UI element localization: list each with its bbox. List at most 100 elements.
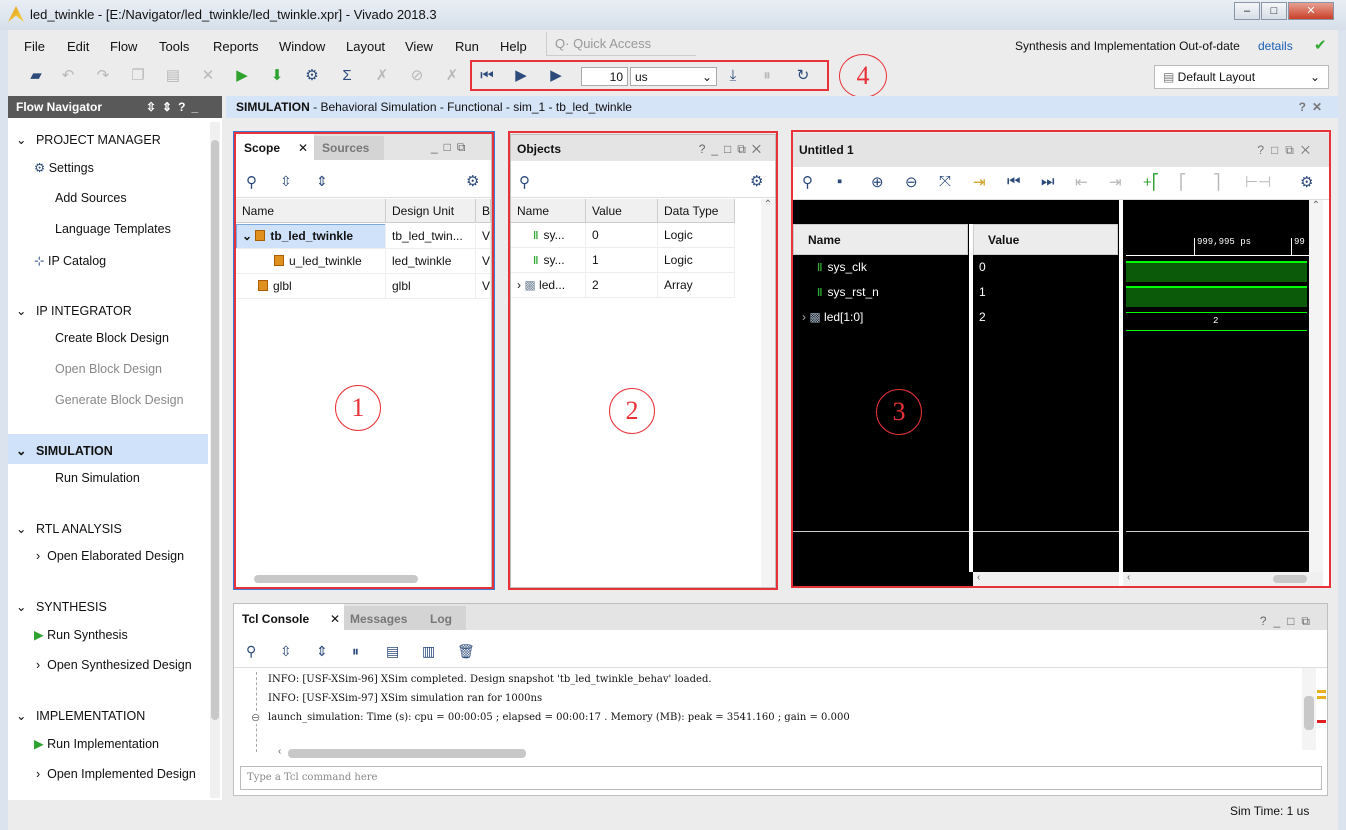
menu-edit[interactable]: Edit: [67, 39, 89, 54]
navigator-scrollbar[interactable]: [210, 122, 220, 798]
pause-icon[interactable]: ⏸: [757, 66, 777, 86]
tab-log[interactable]: Log: [424, 606, 466, 630]
open-project-icon[interactable]: ▰: [26, 66, 46, 86]
collapse-all-icon[interactable]: ⇳: [280, 643, 292, 660]
search-icon: Q·: [555, 36, 570, 51]
search-icon[interactable]: ⚲: [246, 643, 256, 660]
nav-run-synthesis[interactable]: ▶ Run Synthesis: [34, 627, 128, 642]
nav-language-templates[interactable]: Language Templates: [55, 222, 171, 236]
nav-ip-catalog[interactable]: ⊹ IP Catalog: [34, 253, 106, 268]
columns-icon[interactable]: ▥: [422, 643, 435, 660]
chevron-down-icon: ⌄: [1309, 70, 1320, 84]
run-all-icon[interactable]: ▶: [511, 66, 531, 86]
nav-create-block-design[interactable]: Create Block Design: [55, 331, 169, 345]
scroll-left-icon[interactable]: ‹: [278, 746, 281, 757]
run-time-input[interactable]: 10: [581, 67, 628, 86]
menu-window[interactable]: Window: [279, 39, 325, 54]
horizontal-scrollbar[interactable]: [288, 749, 526, 758]
generate-bitstream-icon[interactable]: ⬇: [267, 66, 287, 86]
close-icon[interactable]: ✕: [330, 612, 340, 626]
console-line: INFO: [USF-XSim-97] XSim simulation ran …: [268, 693, 543, 704]
tcl-command-input[interactable]: Type a Tcl command here: [240, 766, 1322, 790]
console-line: INFO: [USF-XSim-96] XSim completed. Desi…: [268, 674, 712, 685]
nav-open-elaborated-design[interactable]: › Open Elaborated Design: [36, 549, 184, 563]
redo-icon[interactable]: ↷: [93, 66, 113, 86]
tab-tcl-console[interactable]: Tcl Console ✕: [234, 604, 344, 631]
minimize-button[interactable]: –: [1234, 2, 1260, 20]
annotation-label-4: 4: [839, 54, 887, 98]
nav-open-synthesized-design[interactable]: › Open Synthesized Design: [36, 658, 192, 672]
restart-icon[interactable]: ⏮: [477, 66, 497, 86]
maximize-button[interactable]: □: [1261, 2, 1287, 20]
nav-add-sources[interactable]: Add Sources: [55, 191, 127, 205]
layout-select[interactable]: ▤ Default Layout ⌄: [1154, 65, 1329, 89]
section-ip-integrator[interactable]: ⌄ IP INTEGRATOR: [16, 303, 132, 318]
nav-generate-block-design[interactable]: Generate Block Design: [55, 393, 184, 407]
clear-icon[interactable]: 🗑: [457, 643, 475, 660]
quick-access-input[interactable]: Q· Quick Access: [546, 32, 696, 56]
sigma-icon[interactable]: Σ: [337, 66, 357, 86]
paste-icon[interactable]: ▤: [163, 66, 183, 86]
sim-time-status: Sim Time: 1 us: [1230, 804, 1310, 818]
layout-icon: ▤: [1163, 70, 1178, 84]
chevron-right-icon: ›: [36, 549, 41, 563]
header-bold: SIMULATION: [236, 100, 310, 114]
step-icon[interactable]: ⤓: [723, 66, 743, 86]
checkmark-icon: ✔: [1314, 37, 1327, 54]
help-close-icons[interactable]: ?✕: [1299, 100, 1328, 114]
unit-value: us: [635, 70, 648, 84]
tab-messages[interactable]: Messages: [344, 606, 424, 630]
run-for-time-icon[interactable]: ▶: [546, 66, 566, 86]
disabled-tool-icon[interactable]: ✗: [442, 66, 462, 86]
nav-run-simulation[interactable]: Run Simulation: [55, 471, 140, 485]
run-icon[interactable]: ▶: [232, 66, 252, 86]
error-marker: [1317, 720, 1326, 723]
vertical-scrollbar[interactable]: [1302, 668, 1316, 750]
section-simulation[interactable]: ⌄ SIMULATION: [16, 443, 113, 458]
section-implementation[interactable]: ⌄ IMPLEMENTATION: [16, 708, 145, 723]
menu-file[interactable]: File: [24, 39, 45, 54]
menu-view[interactable]: View: [405, 39, 433, 54]
header-rest: - Behavioral Simulation - Functional - s…: [309, 100, 632, 114]
nav-open-block-design[interactable]: Open Block Design: [55, 362, 162, 376]
flow-navigator-header: Flow Navigator ⇳⇕?_: [8, 96, 222, 118]
console-tab-bar: Tcl Console ✕ Messages Log ?_□⧉: [234, 604, 1327, 631]
delete-icon[interactable]: ✕: [198, 66, 218, 86]
console-line: launch_simulation: Time (s): cpu = 00:00…: [268, 712, 850, 723]
expand-all-icon[interactable]: ⇕: [316, 643, 328, 660]
play-icon: ▶: [34, 628, 44, 642]
fold-icon[interactable]: ⊖: [251, 711, 261, 724]
menu-flow[interactable]: Flow: [110, 39, 137, 54]
scrollbar-thumb[interactable]: [1304, 696, 1314, 730]
settings-gear-icon[interactable]: ⚙: [302, 66, 322, 86]
menu-run[interactable]: Run: [455, 39, 479, 54]
copy-icon[interactable]: ❐: [128, 66, 148, 86]
play-icon: ▶: [34, 737, 44, 751]
undo-icon[interactable]: ↶: [58, 66, 78, 86]
panel-window-icons[interactable]: ?_□⧉: [1260, 614, 1317, 629]
nav-settings[interactable]: ⚙ Settings: [34, 160, 94, 175]
menu-tools[interactable]: Tools: [159, 39, 189, 54]
details-link[interactable]: details: [1258, 39, 1293, 53]
warning-marker: [1317, 696, 1326, 699]
section-project-manager[interactable]: ⌄ PROJECT MANAGER: [16, 132, 161, 147]
navigator-controls-icon[interactable]: ⇳⇕?_: [146, 100, 204, 114]
chevron-right-icon: ›: [36, 767, 41, 781]
nav-run-implementation[interactable]: ▶ Run Implementation: [34, 736, 159, 751]
disabled-tool-icon[interactable]: ⊘: [407, 66, 427, 86]
close-button[interactable]: ✕: [1288, 2, 1334, 20]
copy-icon[interactable]: ▤: [386, 643, 399, 660]
menu-layout[interactable]: Layout: [346, 39, 385, 54]
menu-reports[interactable]: Reports: [213, 39, 259, 54]
scrollbar-thumb[interactable]: [211, 140, 219, 720]
section-synthesis[interactable]: ⌄ SYNTHESIS: [16, 599, 107, 614]
annotation-box-1: [233, 131, 495, 590]
annotation-box-3: [791, 130, 1331, 588]
nav-open-implemented-design[interactable]: › Open Implemented Design: [36, 767, 196, 781]
run-time-unit-select[interactable]: us ⌄: [630, 67, 717, 86]
menu-help[interactable]: Help: [500, 39, 527, 54]
section-rtl-analysis[interactable]: ⌄ RTL ANALYSIS: [16, 521, 122, 536]
disabled-tool-icon[interactable]: ✗: [372, 66, 392, 86]
pause-output-icon[interactable]: ⏸: [352, 643, 359, 660]
relaunch-icon[interactable]: ↻: [793, 66, 813, 86]
